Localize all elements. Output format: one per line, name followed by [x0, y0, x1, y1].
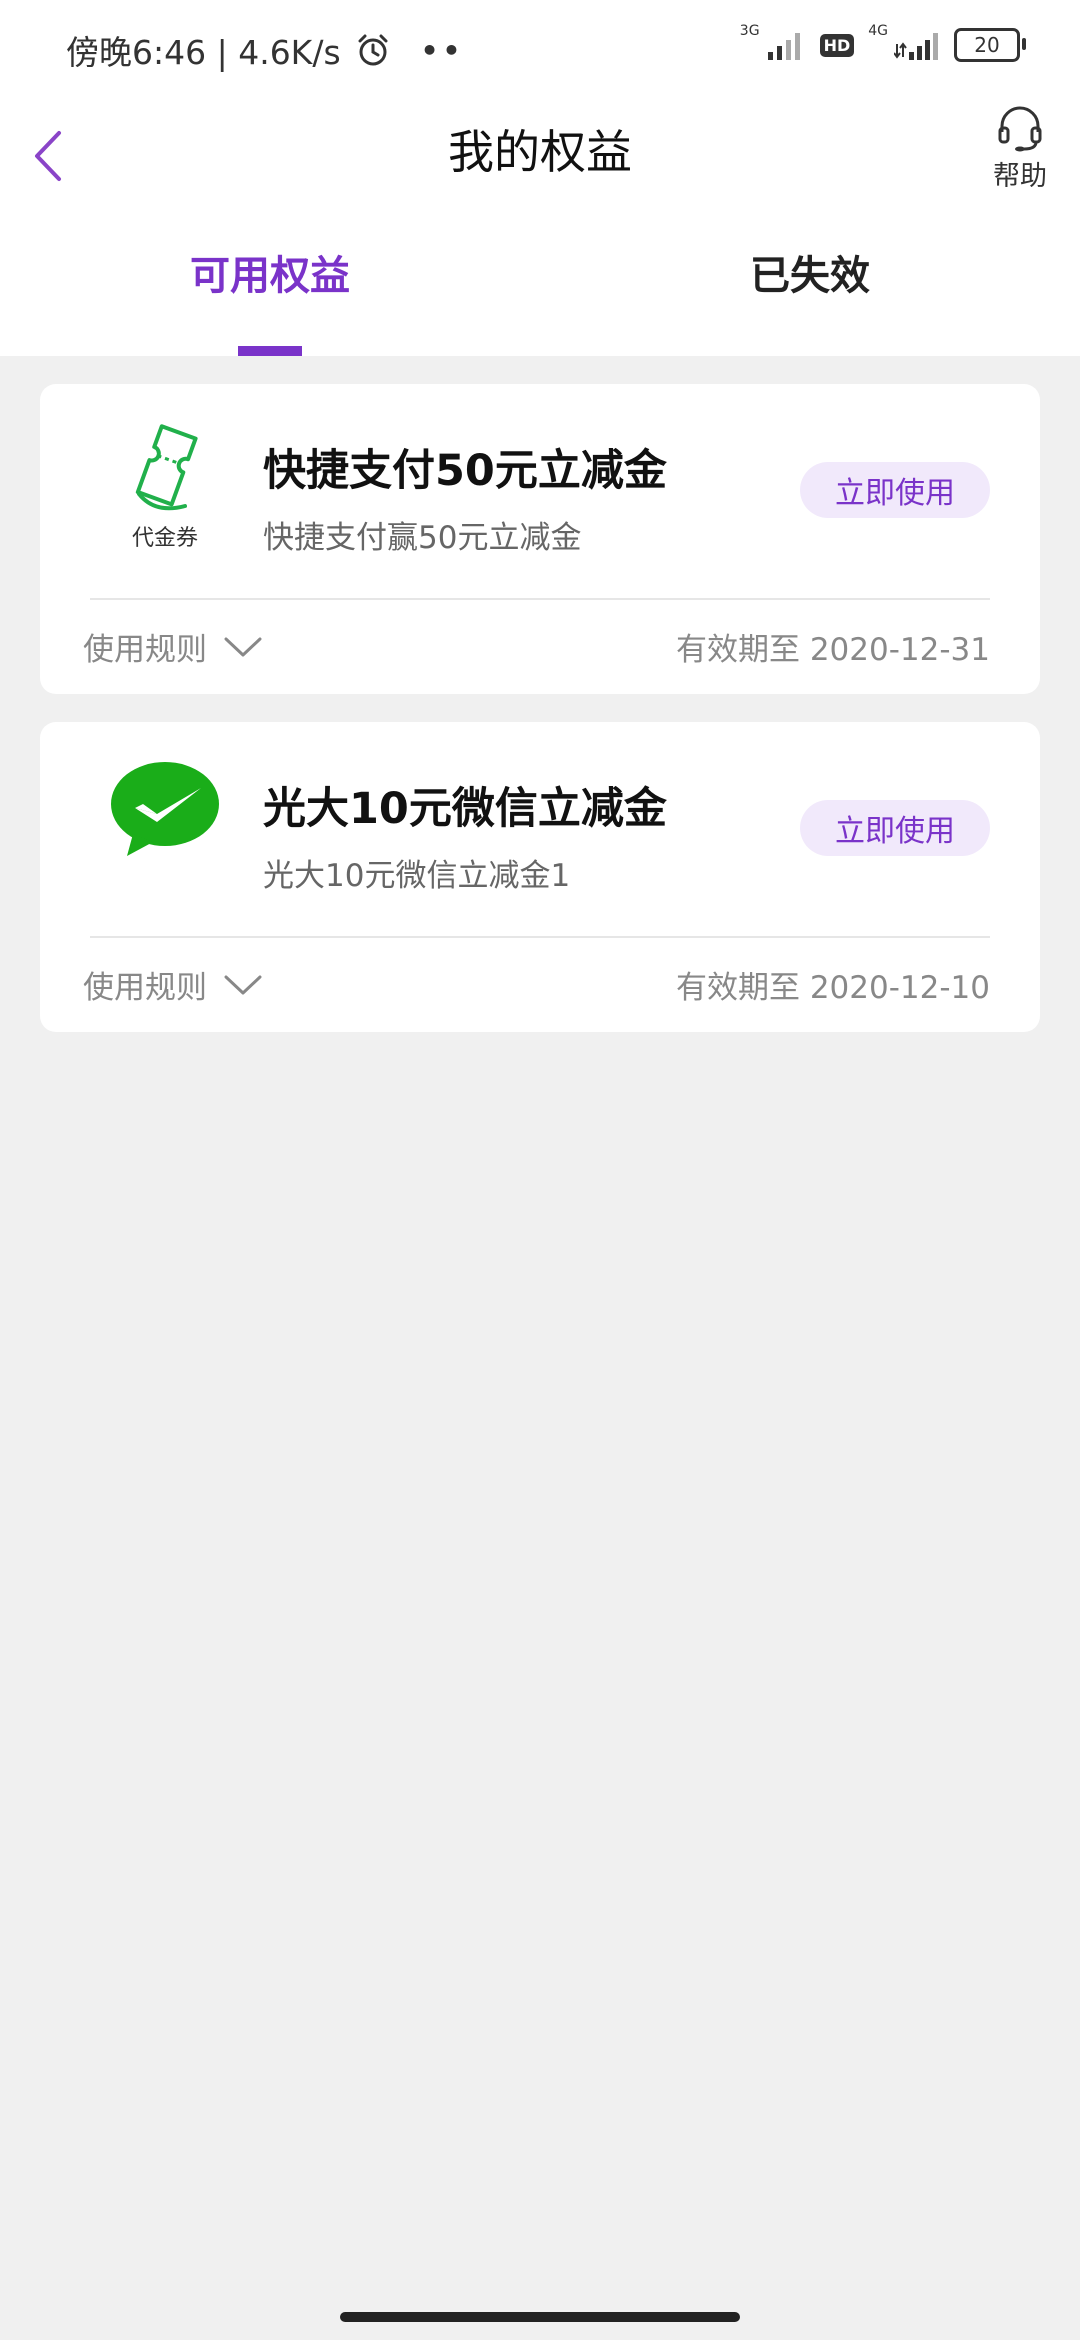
expiry-date: 有效期至 2020-12-31 — [675, 632, 990, 668]
network-3g-label: 3G — [739, 23, 760, 39]
signal-4g-icon — [894, 33, 938, 60]
coupon-title: 光大10元微信立减金 — [263, 784, 667, 834]
help-button[interactable]: 帮助 — [980, 104, 1060, 204]
usage-rules-label: 使用规则 — [83, 970, 207, 1006]
headset-icon — [998, 106, 1042, 152]
chevron-down-icon — [224, 637, 262, 656]
usage-rules-toggle[interactable]: 使用规则 — [83, 962, 263, 1007]
use-now-button[interactable]: 立即使用 — [800, 800, 990, 856]
wechat-icon — [111, 762, 219, 856]
card-divider — [90, 936, 990, 938]
battery-icon: 20 — [954, 28, 1026, 62]
hd-badge: HD — [819, 33, 855, 57]
status-bar: 傍晚6:46 | 4.6K/s •• 3G HD 4G 20 — [0, 0, 1080, 96]
wechat-icon-wrap — [95, 760, 235, 900]
home-indicator[interactable] — [340, 2312, 740, 2322]
page-title: 我的权益 — [448, 125, 632, 179]
alarm-icon — [358, 34, 388, 66]
more-notifications-icon: •• — [420, 33, 465, 67]
help-label: 帮助 — [993, 161, 1047, 192]
card-divider — [90, 598, 990, 600]
expiry-date: 有效期至 2020-12-10 — [675, 970, 990, 1006]
use-now-button[interactable]: 立即使用 — [800, 462, 990, 518]
voucher-ticket-icon — [135, 424, 198, 511]
status-right: 3G HD 4G 20 — [740, 23, 1026, 62]
coupon-title: 快捷支付50元立减金 — [263, 446, 667, 496]
usage-rules-label: 使用规则 — [83, 632, 207, 668]
network-4g-label: 4G — [868, 23, 888, 39]
tab-expired[interactable]: 已失效 — [750, 246, 870, 306]
active-tab-indicator — [238, 346, 302, 356]
coupon-card[interactable]: 代金券 快捷支付50元立减金 快捷支付赢50元立减金 立即使用 使用规则 有效期… — [40, 384, 1040, 694]
battery-level: 20 — [974, 33, 1000, 57]
status-left: 傍晚6:46 | 4.6K/s •• — [66, 26, 464, 74]
signal-3g-icon — [767, 33, 800, 60]
status-time-speed: 傍晚6:46 | 4.6K/s — [66, 33, 341, 72]
usage-rules-toggle[interactable]: 使用规则 — [83, 624, 263, 669]
benefits-page: 傍晚6:46 | 4.6K/s •• 3G HD 4G 20 我的权益 帮助 可… — [0, 0, 1080, 2340]
voucher-caption: 代金券 — [131, 526, 198, 551]
coupon-subtitle: 光大10元微信立减金1 — [263, 858, 571, 894]
chevron-down-icon — [224, 975, 262, 994]
voucher-icon-wrap: 代金券 — [95, 422, 235, 562]
coupon-card[interactable]: 光大10元微信立减金 光大10元微信立减金1 立即使用 使用规则 有效期至 20… — [40, 722, 1040, 1032]
header: 我的权益 帮助 可用权益 已失效 — [0, 96, 1080, 356]
tab-available[interactable]: 可用权益 — [190, 246, 350, 306]
coupon-subtitle: 快捷支付赢50元立减金 — [263, 520, 582, 556]
